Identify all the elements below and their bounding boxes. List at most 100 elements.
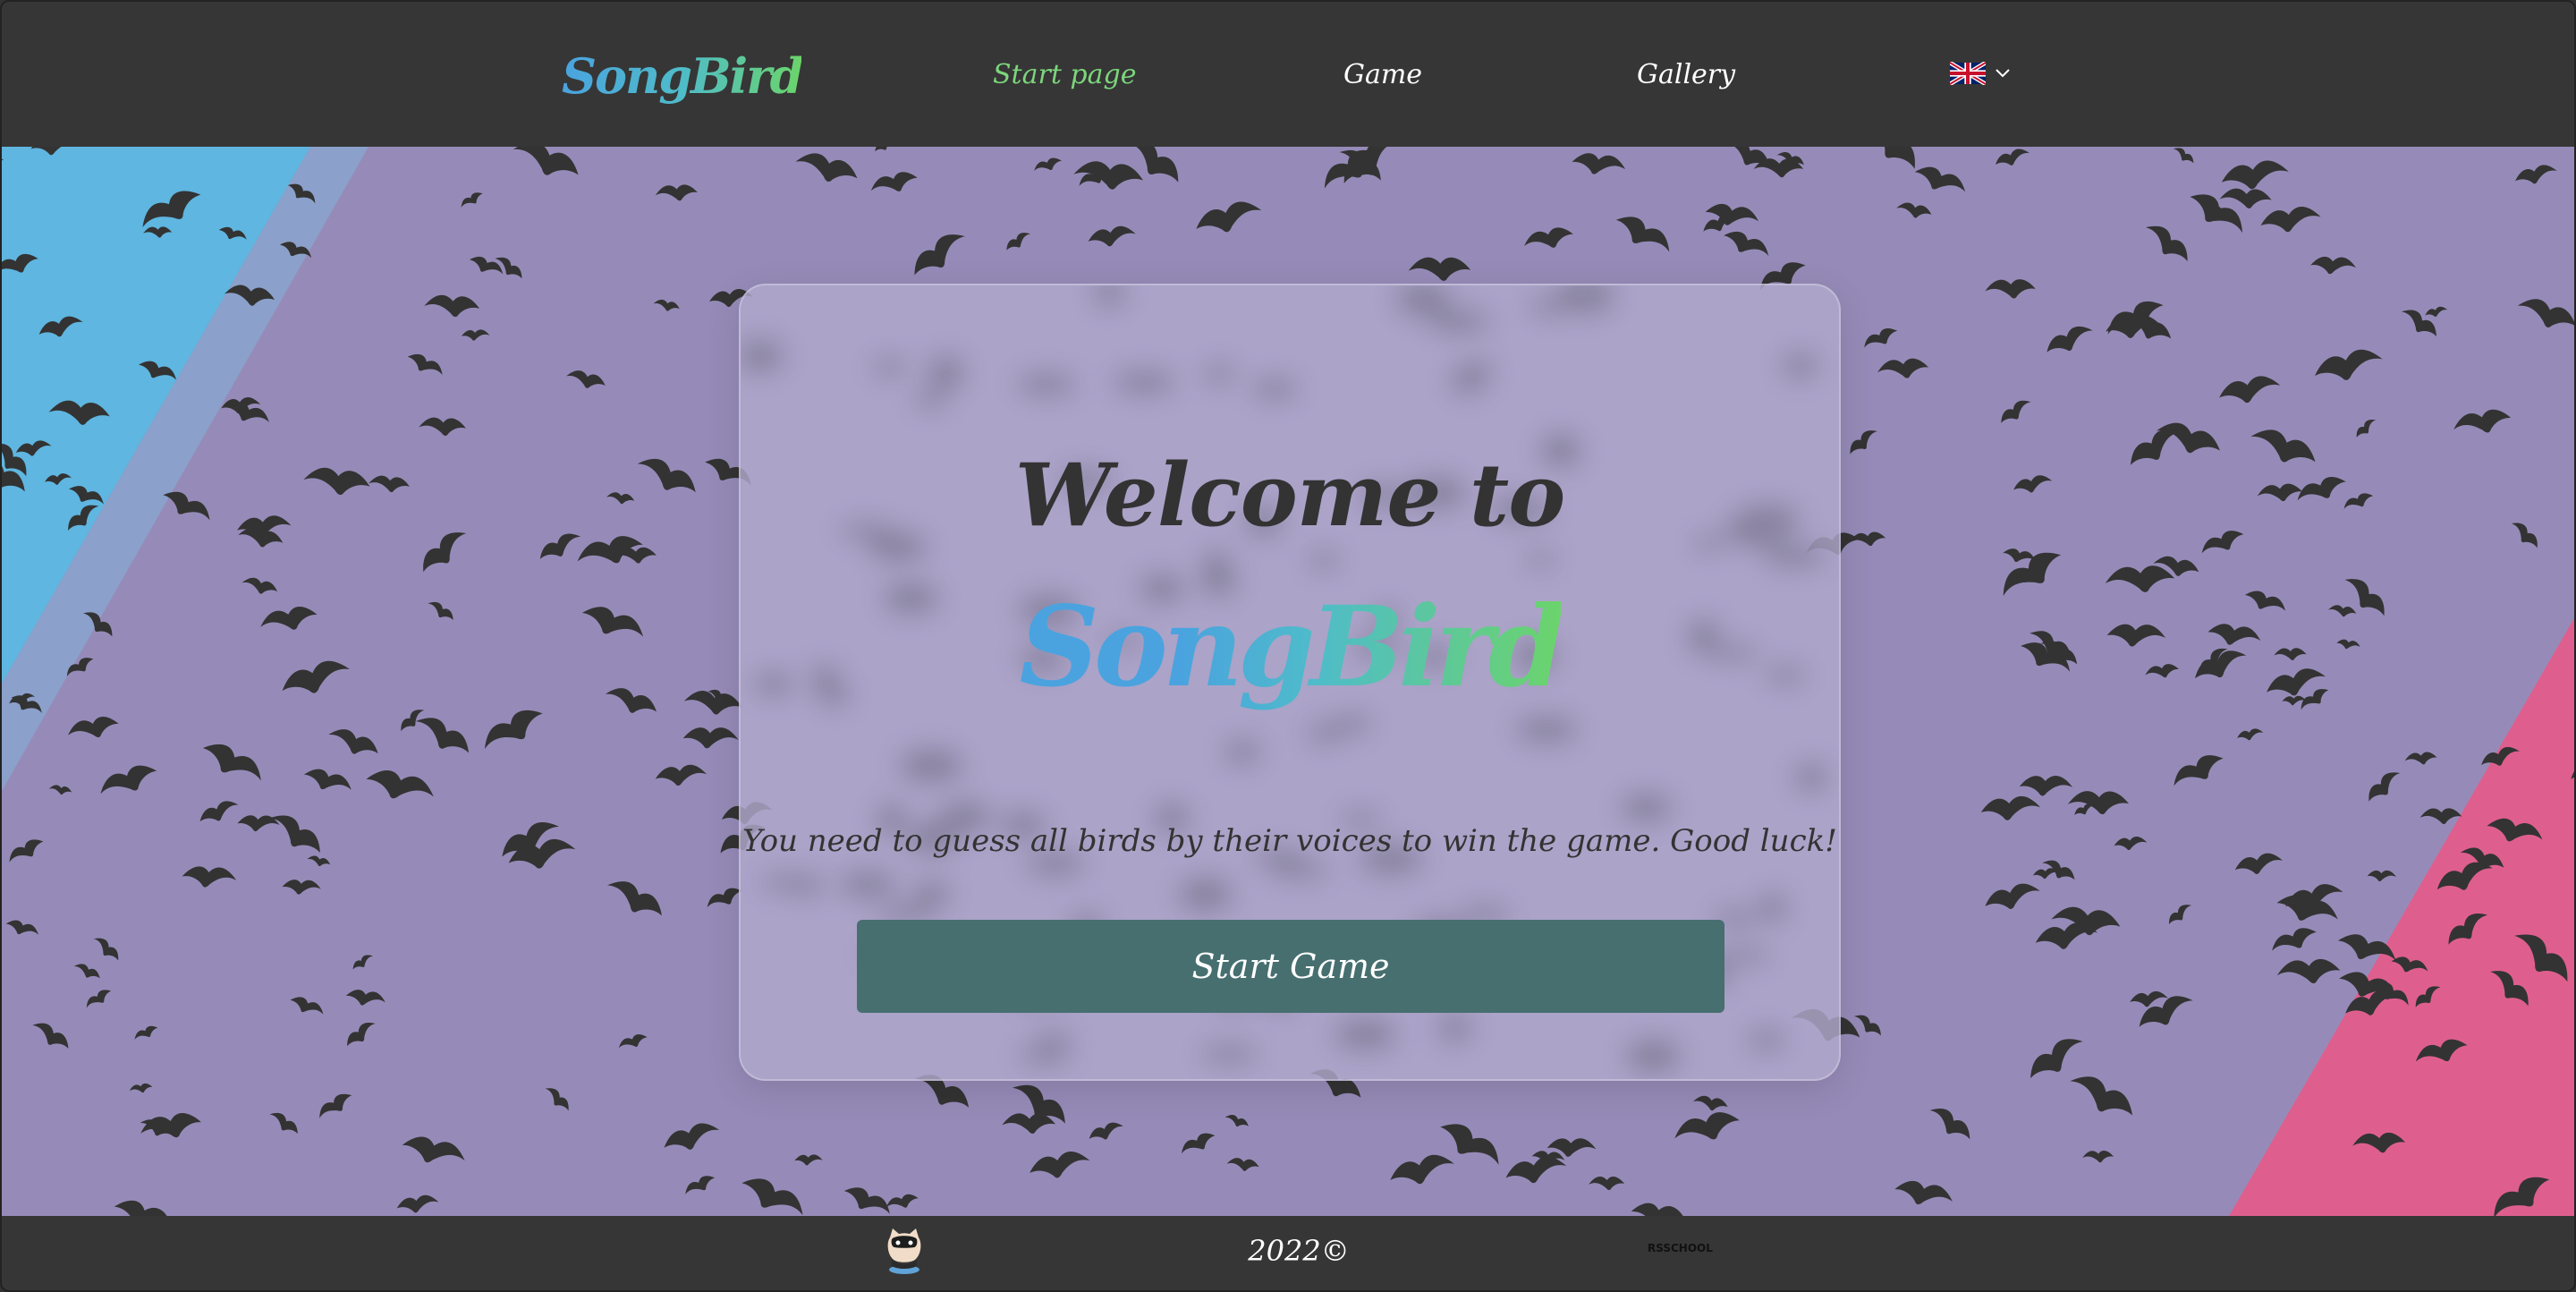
bird-silhouette <box>540 1084 574 1115</box>
blurred-bird-shape <box>741 339 784 373</box>
bird-silhouette <box>1876 353 1930 384</box>
bird-silhouette <box>131 1022 160 1045</box>
bird-silhouette <box>535 528 585 565</box>
welcome-card: Welcome to SongBird You need to guess al… <box>739 284 1841 1081</box>
game-description: You need to guess all birds by their voi… <box>742 823 1837 859</box>
bird-silhouette <box>461 328 490 342</box>
blurred-bird-shape <box>1225 739 1260 765</box>
bird-silhouette <box>266 1109 303 1138</box>
welcome-logo-text: SongBird <box>1019 582 1565 712</box>
nav-gallery[interactable]: Gallery <box>1637 55 1735 95</box>
bird-silhouette <box>110 1192 177 1216</box>
blurred-bird-shape <box>1723 948 1769 963</box>
blurred-bird-shape <box>928 355 964 391</box>
rs-school-logo[interactable]: RSSCHOOL <box>1648 1243 1713 1254</box>
bird-silhouette <box>2367 868 2397 883</box>
pink-stripe <box>2229 617 2574 1216</box>
bird-silhouette <box>2019 772 2074 799</box>
blurred-bird-shape <box>839 871 897 898</box>
bird-silhouette <box>48 784 72 796</box>
blurred-bird-shape <box>1530 299 1570 314</box>
bird-silhouette <box>872 147 898 155</box>
nav-game[interactable]: Game <box>1343 55 1422 95</box>
header-logo[interactable]: SongBird <box>562 45 803 107</box>
start-game-button[interactable]: Start Game <box>857 920 1724 1013</box>
bird-silhouette <box>2311 345 2385 386</box>
blurred-bird-shape <box>1309 723 1341 744</box>
bird-silhouette <box>1895 201 1933 220</box>
blurred-bird-shape <box>1017 373 1075 395</box>
bird-silhouette <box>1226 1157 1259 1172</box>
bird-silhouette <box>1087 225 1137 249</box>
bird-silhouette <box>82 984 114 1013</box>
bird-silhouette <box>281 877 322 897</box>
blurred-bird-shape <box>1526 551 1555 566</box>
blurred-bird-shape <box>1758 893 1786 922</box>
bird-silhouette <box>2273 645 2308 663</box>
bird-silhouette <box>1434 1112 1507 1177</box>
bird-silhouette <box>1223 1112 1250 1130</box>
bird-silhouette <box>325 725 383 761</box>
bird-silhouette <box>2106 620 2167 650</box>
bird-silhouette <box>884 1189 920 1214</box>
bird-silhouette <box>2292 469 2350 511</box>
bird-silhouette <box>2450 403 2513 442</box>
bird-silhouette <box>1980 795 2041 821</box>
nav-start-page[interactable]: Start page <box>993 55 1136 95</box>
blurred-bird-shape <box>1178 877 1233 912</box>
bird-silhouette <box>399 1128 469 1174</box>
blurred-bird-shape <box>872 359 908 375</box>
blurred-bird-shape <box>1253 378 1296 399</box>
bird-silhouette <box>198 733 268 793</box>
bird-silhouette <box>1982 880 2043 914</box>
bird-silhouette <box>654 181 699 205</box>
github-icon[interactable] <box>884 1225 925 1275</box>
bird-silhouette <box>302 466 371 497</box>
bird-silhouette <box>736 1168 810 1216</box>
bird-silhouette <box>2219 186 2273 210</box>
bird-silhouette <box>2220 158 2291 192</box>
bird-silhouette <box>2241 584 2290 620</box>
bird-silhouette <box>477 699 548 761</box>
bird-silhouette <box>2403 749 2438 768</box>
bird-silhouette <box>2506 518 2544 552</box>
bird-silhouette <box>467 251 506 282</box>
bird-silhouette <box>241 575 279 597</box>
bird-silhouette <box>2352 416 2380 441</box>
bird-silhouette <box>89 933 124 965</box>
bird-silhouette <box>2114 836 2148 851</box>
bird-silhouette <box>196 797 242 828</box>
welcome-heading: Welcome to <box>1014 445 1565 546</box>
bird-silhouette <box>616 1030 649 1054</box>
bird-silhouette <box>369 475 410 493</box>
bird-silhouette <box>128 1081 154 1096</box>
blurred-bird-shape <box>1626 1038 1681 1074</box>
bird-silhouette <box>682 1170 718 1201</box>
blurred-bird-shape <box>1309 551 1338 569</box>
bird-silhouette <box>2012 473 2054 496</box>
bird-silhouette <box>602 684 661 719</box>
bird-silhouette <box>1924 1102 1977 1145</box>
bird-silhouette <box>631 452 702 501</box>
bird-silhouette <box>2335 636 2362 652</box>
bird-silhouette <box>792 149 861 187</box>
bird-silhouette <box>2139 218 2196 268</box>
bird-silhouette <box>277 656 353 701</box>
blurred-bird-shape <box>900 748 963 783</box>
bird-silhouette <box>2512 162 2559 187</box>
bird-silhouette <box>1720 224 1774 266</box>
bird-silhouette <box>1177 1126 1218 1160</box>
language-selector[interactable] <box>1950 57 2014 89</box>
bird-silhouette <box>1911 158 1970 202</box>
bird-silhouette <box>181 862 238 892</box>
bird-silhouette <box>395 1194 440 1214</box>
bird-silhouette <box>236 812 281 834</box>
bird-silhouette <box>840 1179 895 1216</box>
bird-silhouette <box>287 991 327 1022</box>
bird-silhouette <box>1719 147 1775 174</box>
bird-silhouette <box>794 1153 824 1167</box>
bird-silhouette <box>64 710 122 746</box>
bird-silhouette <box>508 147 584 184</box>
bird-silhouette <box>301 762 355 800</box>
top-navbar: SongBird Start page Game Gallery <box>2 2 2574 147</box>
